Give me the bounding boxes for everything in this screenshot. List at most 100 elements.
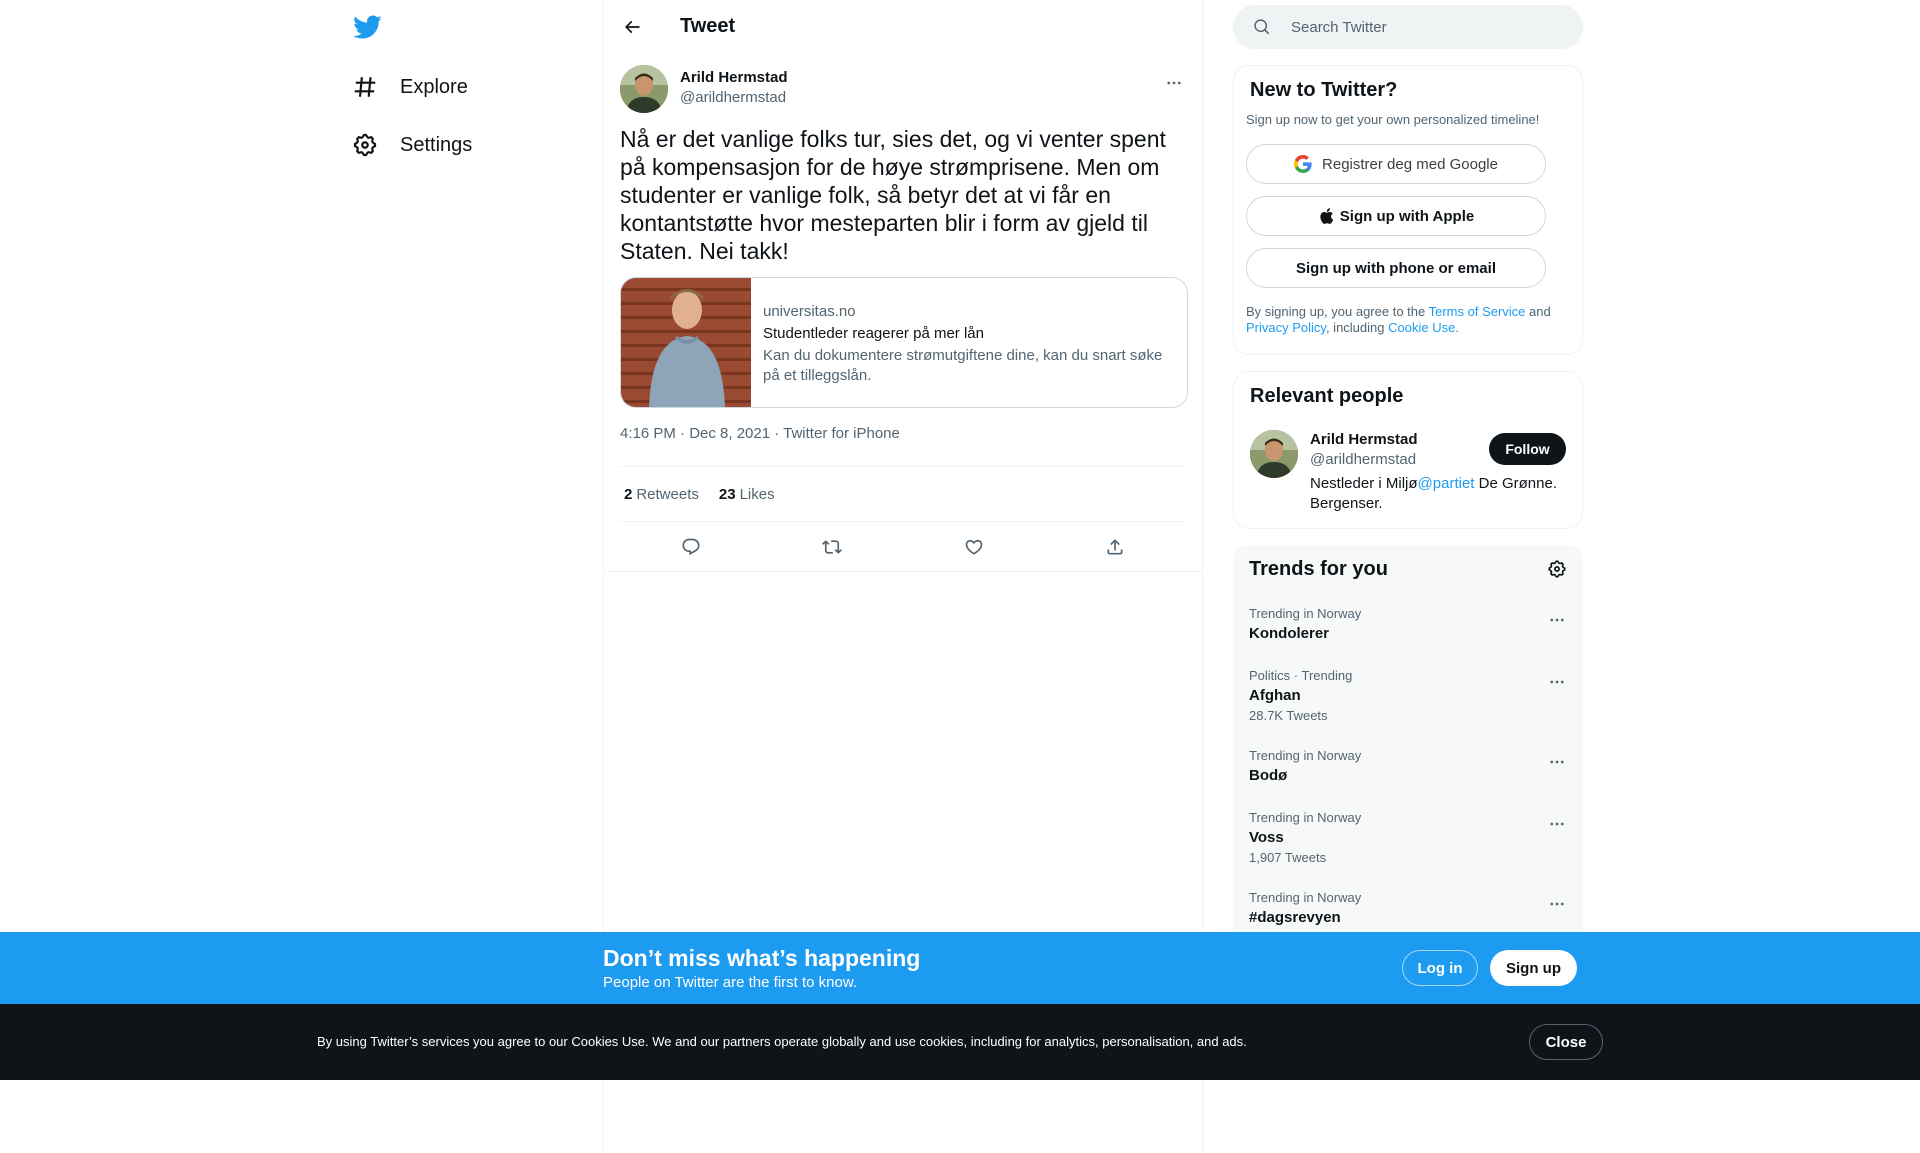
trend-name: Afghan [1249, 687, 1301, 704]
promo-subtitle: People on Twitter are the first to know. [603, 974, 858, 991]
author-name[interactable]: Arild Hermstad [680, 68, 788, 88]
share-button[interactable] [1097, 529, 1133, 565]
likes-stat[interactable]: 23 Likes [719, 486, 775, 503]
tweet-author: Arild Hermstad @arildhermstad [620, 65, 1186, 113]
retweets-stat[interactable]: 2 Retweets [624, 486, 699, 503]
privacy-policy-link[interactable]: Privacy Policy [1246, 320, 1326, 335]
more-options-button[interactable] [1162, 71, 1186, 95]
close-button[interactable]: Close [1529, 1024, 1603, 1060]
cookie-text: By using Twitter’s services you agree to… [317, 1034, 1247, 1049]
search-input[interactable]: Search Twitter [1233, 5, 1583, 49]
retweets-label: Retweets [636, 485, 699, 503]
apple-signup-button[interactable]: Sign up with Apple [1246, 196, 1546, 236]
tweet-text: Nå er det vanlige folks tur, sies det, o… [620, 126, 1166, 264]
trend-item[interactable]: Trending in Norway Voss 1,907 Tweets [1249, 810, 1567, 866]
card-image [621, 278, 751, 407]
person-item[interactable]: Arild Hermstad @arildhermstad Nestleder … [1250, 430, 1566, 514]
trend-count: 28.7K Tweets [1249, 708, 1328, 723]
avatar[interactable] [620, 65, 668, 113]
twitter-logo-icon[interactable] [352, 12, 386, 42]
like-button[interactable] [956, 529, 992, 565]
tweet-actions [604, 522, 1202, 572]
phone-email-signup-label: Sign up with phone or email [1295, 259, 1496, 277]
trend-item[interactable]: Trending in Norway #dagsrevyen [1249, 890, 1567, 928]
phone-email-signup-button[interactable]: Sign up with phone or email [1246, 248, 1546, 288]
cookie-use-link[interactable]: Cookie Use. [1388, 320, 1459, 335]
tweet-timestamp[interactable]: 4:16 PM · Dec 8, 2021 · Twitter for iPho… [620, 422, 1186, 467]
retweets-count: 2 [624, 485, 633, 503]
google-signup-button[interactable]: Registrer deg med Google [1246, 144, 1546, 184]
more-horizontal-icon [1550, 618, 1564, 622]
card-description: Kan du dokumentere strømutgiftene dine, … [763, 347, 1163, 384]
gear-icon [353, 133, 377, 157]
trend-name: Kondolerer [1249, 625, 1330, 642]
author-handle[interactable]: @arildhermstad [680, 88, 788, 108]
bio-mention-link[interactable]: @partiet [1418, 475, 1475, 492]
page-title: Tweet [680, 15, 736, 37]
cookie-banner: By using Twitter’s services you agree to… [0, 1004, 1920, 1080]
trend-more-button[interactable] [1547, 894, 1567, 914]
signup-button[interactable]: Sign up [1490, 950, 1577, 986]
card-title: Studentleder reagerer på mer lån [763, 325, 984, 342]
search-placeholder: Search Twitter [1291, 18, 1387, 36]
trend-name: Bodø [1249, 767, 1288, 784]
signup-terms: By signing up, you agree to the Terms of… [1246, 304, 1570, 336]
more-horizontal-icon [1550, 902, 1564, 906]
reply-button[interactable] [673, 529, 709, 565]
relevant-people-title: Relevant people [1250, 385, 1404, 407]
gear-icon[interactable] [1547, 559, 1567, 579]
trend-more-button[interactable] [1547, 672, 1567, 692]
follow-button[interactable]: Follow [1489, 433, 1566, 465]
nav-explore-label: Explore [400, 75, 468, 98]
trend-context: Trending in Norway [1249, 890, 1362, 905]
trend-context: Trending in Norway [1249, 748, 1362, 763]
heart-icon [965, 539, 983, 555]
signup-promo-banner: Don’t miss what’s happening People on Tw… [0, 932, 1920, 1004]
trend-count: 1,907 Tweets [1249, 850, 1327, 865]
apple-signup-label: Sign up with Apple [1339, 207, 1475, 225]
terms-including: , including [1325, 320, 1389, 335]
likes-label: Likes [739, 485, 775, 503]
login-button[interactable]: Log in [1402, 950, 1478, 986]
trend-context: Trending in Norway [1249, 606, 1362, 621]
relevant-people-box: Relevant people Arild Hermstad @arildher… [1233, 371, 1583, 529]
terms-prefix: By signing up, you agree to the [1246, 304, 1429, 319]
trend-name: #dagsrevyen [1249, 909, 1341, 926]
back-button[interactable] [620, 15, 644, 39]
tweet-header: Tweet [604, 0, 1202, 53]
more-horizontal-icon [1550, 760, 1564, 764]
tweet: Arild Hermstad @arildhermstad Nå er det … [604, 53, 1202, 572]
signup-box-title: New to Twitter? [1250, 79, 1398, 101]
bio-prefix: Nestleder i Miljø [1310, 475, 1418, 492]
share-icon [1107, 538, 1123, 554]
arrow-left-icon [624, 20, 640, 33]
trend-more-button[interactable] [1547, 610, 1567, 630]
apple-icon [1320, 208, 1333, 224]
terms-of-service-link[interactable]: Terms of Service [1429, 304, 1526, 319]
link-card[interactable]: universitas.no Studentleder reagerer på … [620, 277, 1188, 408]
card-domain: universitas.no [763, 303, 856, 320]
person-bio: Nestleder i Miljø@partiet De Grønne. Ber… [1310, 474, 1576, 514]
more-horizontal-icon [1167, 81, 1181, 85]
trends-box: Trends for you Trending in Norway Kondol… [1233, 545, 1583, 945]
right-sidebar: Search Twitter New to Twitter? Sign up n… [1233, 0, 1583, 945]
reply-icon [682, 538, 700, 555]
retweet-button[interactable] [814, 529, 850, 565]
trend-context: Politics · Trending [1249, 668, 1353, 683]
likes-count: 23 [718, 485, 736, 503]
search-icon [1254, 19, 1270, 35]
retweet-icon [822, 539, 843, 554]
more-horizontal-icon [1550, 822, 1564, 826]
trends-title: Trends for you [1249, 558, 1388, 580]
more-horizontal-icon [1550, 680, 1564, 684]
nav-explore[interactable]: Explore [352, 67, 468, 107]
tweet-stats: 2 Retweets 23 Likes [620, 467, 1186, 522]
avatar[interactable] [1250, 430, 1298, 478]
trend-item[interactable]: Politics · Trending Afghan 28.7K Tweets [1249, 668, 1567, 724]
trend-more-button[interactable] [1547, 814, 1567, 834]
trend-more-button[interactable] [1547, 752, 1567, 772]
signup-box-subtitle: Sign up now to get your own personalized… [1246, 112, 1540, 127]
nav-settings[interactable]: Settings [352, 125, 472, 165]
trend-item[interactable]: Trending in Norway Kondolerer [1249, 606, 1567, 644]
trend-item[interactable]: Trending in Norway Bodø [1249, 748, 1567, 786]
